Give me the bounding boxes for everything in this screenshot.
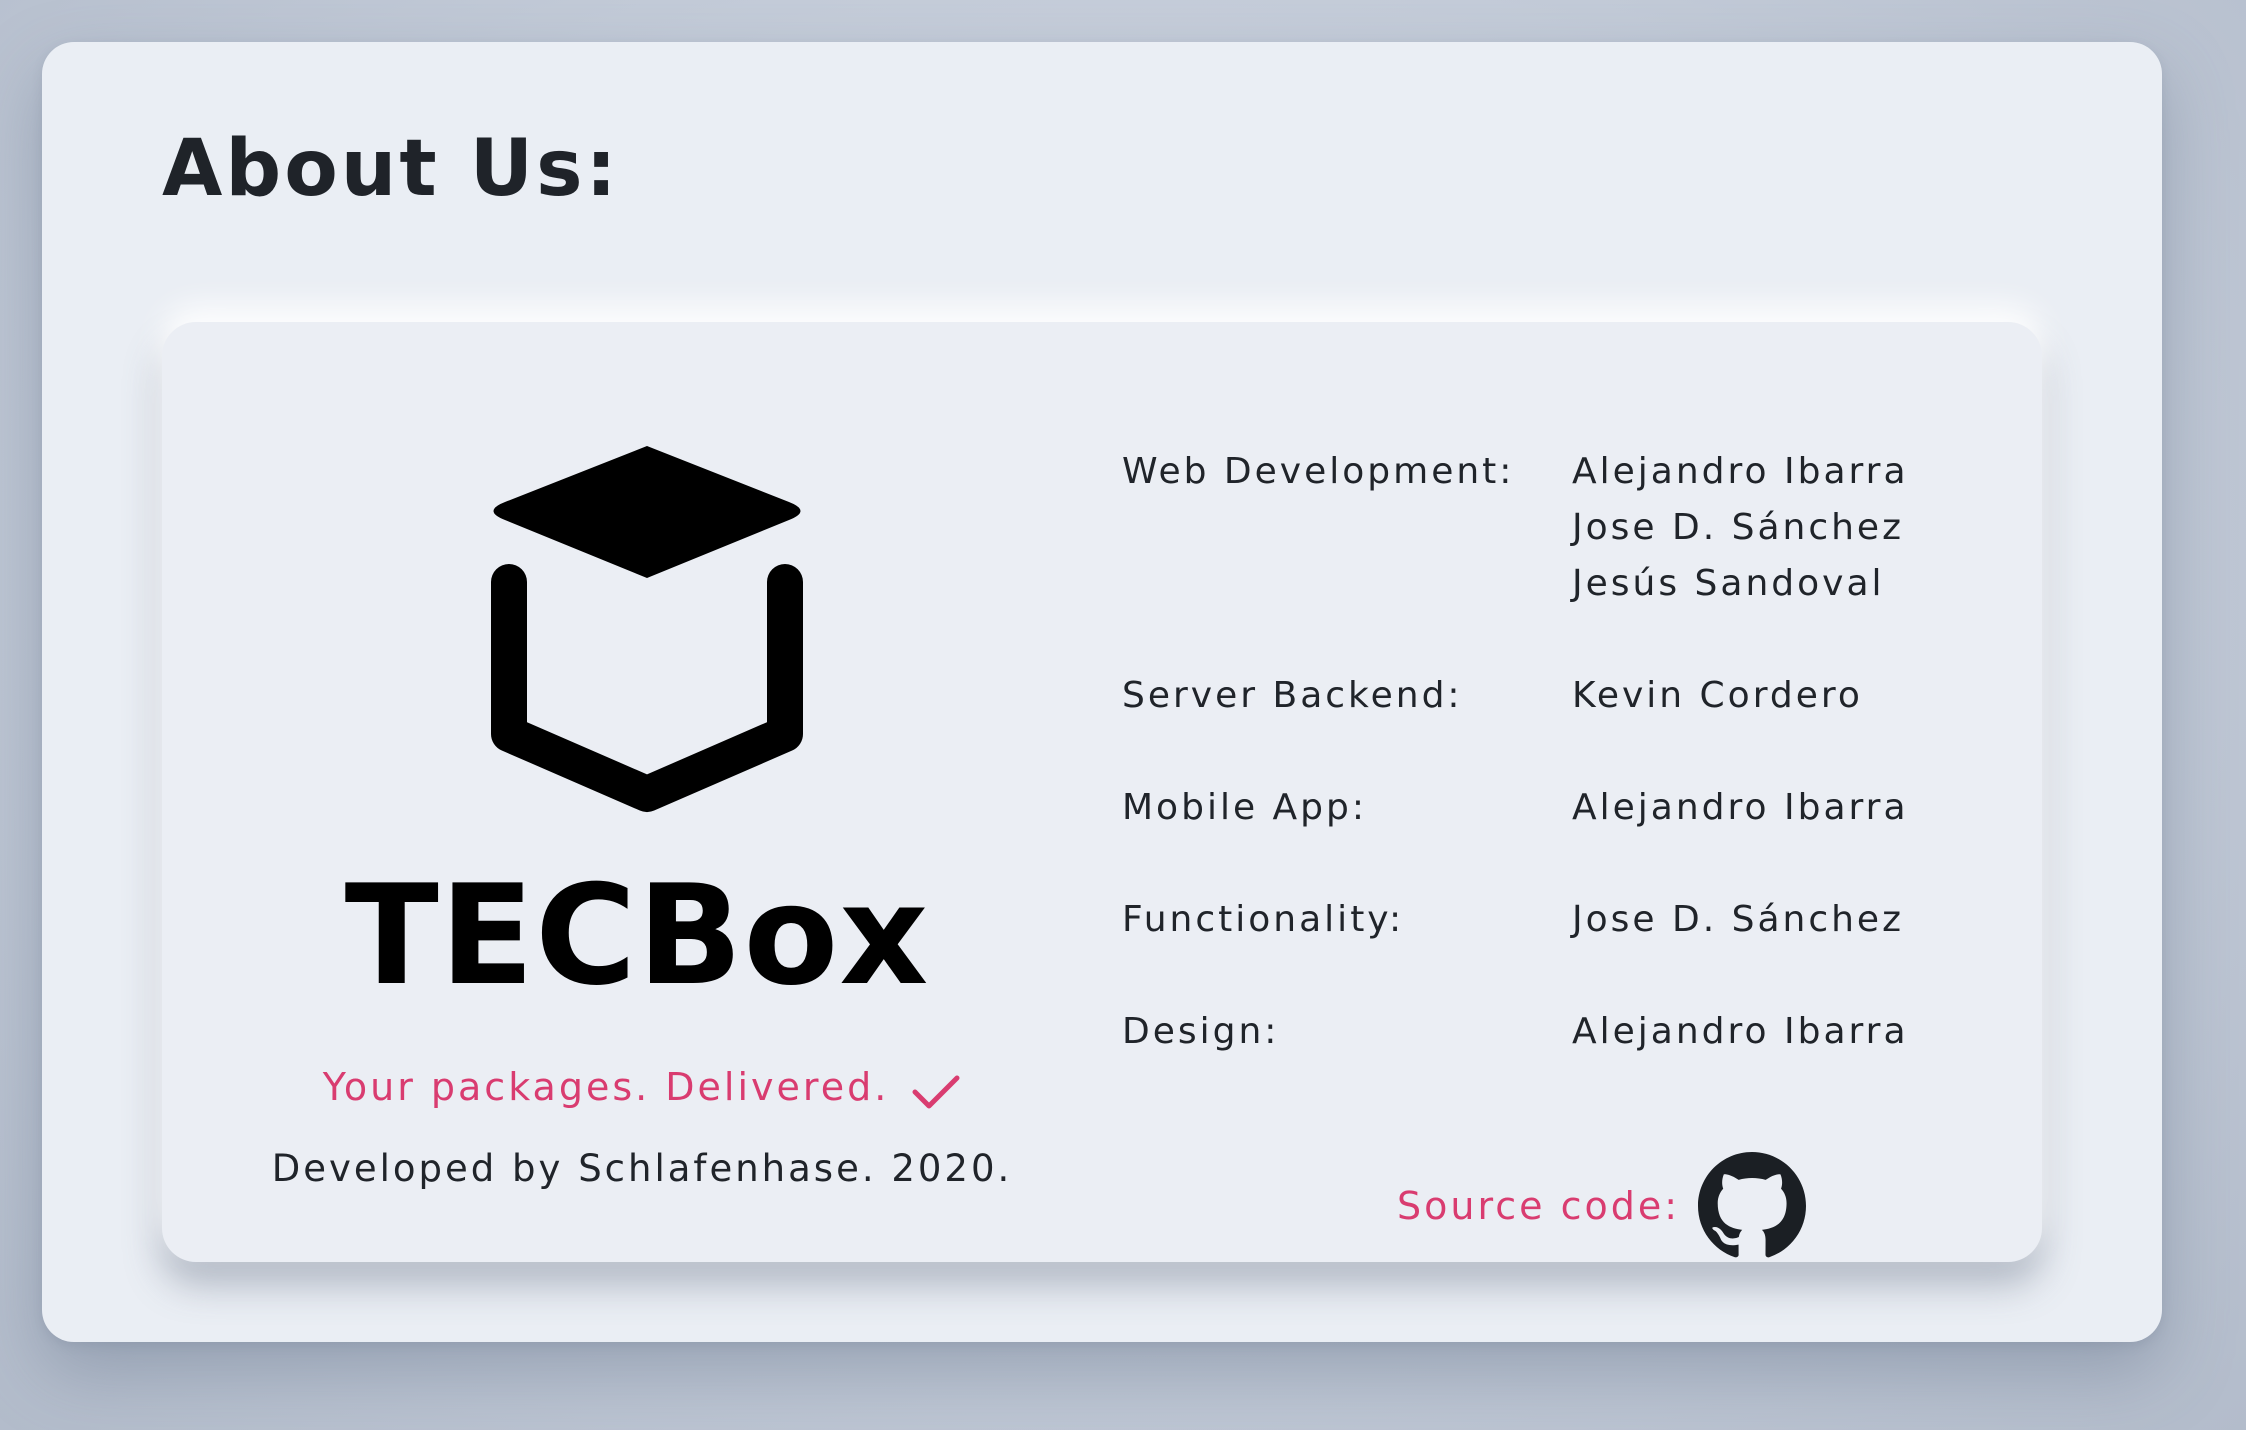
about-card: About Us: TECBox Your packages. Delivere… bbox=[42, 42, 2162, 1342]
source-code-label: Source code: bbox=[1397, 1184, 1681, 1228]
team-names: Kevin Cordero bbox=[1572, 668, 1863, 724]
team-role: Design: bbox=[1122, 1011, 1280, 1052]
team-member-name: Kevin Cordero bbox=[1572, 675, 1863, 716]
team-member-name: Jesús Sandoval bbox=[1572, 563, 1885, 604]
team-role: Server Backend: bbox=[1122, 675, 1463, 716]
team-role: Functionality: bbox=[1122, 899, 1405, 940]
team-row-web-development: Web Development: Alejandro Ibarra Jose D… bbox=[1122, 444, 2002, 612]
tagline-row: Your packages. Delivered. bbox=[162, 1062, 1122, 1112]
info-card: TECBox Your packages. Delivered. Develop… bbox=[162, 322, 2042, 1262]
team-role: Mobile App: bbox=[1122, 787, 1367, 828]
team-row-functionality: Functionality: Jose D. Sánchez bbox=[1122, 892, 2002, 948]
team-credits-list: Web Development: Alejandro Ibarra Jose D… bbox=[1122, 444, 2002, 1116]
tagline: Your packages. Delivered. bbox=[322, 1065, 890, 1109]
source-code-link: Source code: bbox=[1397, 1152, 1807, 1260]
developer-credit: Developed by Schlafenhase. 2020. bbox=[271, 1147, 1013, 1190]
team-names: Alejandro Ibarra Jose D. Sánchez Jesús S… bbox=[1572, 444, 1909, 612]
github-icon[interactable] bbox=[1698, 1152, 1807, 1260]
team-names: Alejandro Ibarra bbox=[1572, 1004, 1909, 1060]
team-row-server-backend: Server Backend: Kevin Cordero bbox=[1122, 668, 2002, 724]
brand-section: TECBox Your packages. Delivered. Develop… bbox=[162, 322, 1122, 1262]
team-row-mobile-app: Mobile App: Alejandro Ibarra bbox=[1122, 780, 2002, 836]
package-box-icon bbox=[491, 446, 803, 812]
page-title: About Us: bbox=[162, 124, 620, 214]
team-member-name: Alejandro Ibarra bbox=[1572, 451, 1909, 492]
team-member-name: Jose D. Sánchez bbox=[1572, 507, 1904, 548]
team-names: Alejandro Ibarra bbox=[1572, 780, 1909, 836]
team-member-name: Jose D. Sánchez bbox=[1572, 899, 1904, 940]
checkmark-icon bbox=[912, 1075, 960, 1109]
team-names: Jose D. Sánchez bbox=[1572, 892, 1904, 948]
brand-name: TECBox bbox=[344, 855, 930, 1016]
team-member-name: Alejandro Ibarra bbox=[1572, 1011, 1909, 1052]
team-row-design: Design: Alejandro Ibarra bbox=[1122, 1004, 2002, 1060]
team-member-name: Alejandro Ibarra bbox=[1572, 787, 1909, 828]
team-role: Web Development: bbox=[1122, 451, 1515, 492]
